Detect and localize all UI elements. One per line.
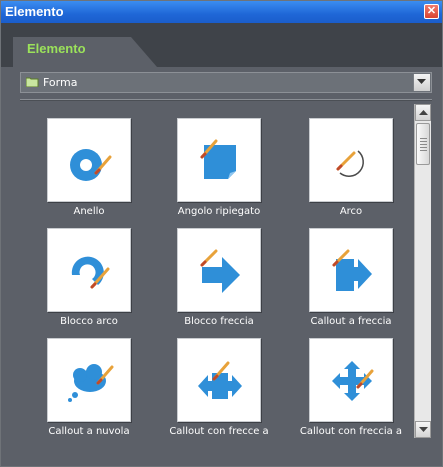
gallery-item-callout-a-nuvola[interactable]: Callout a nuvola <box>22 324 140 437</box>
panel-footer <box>1 438 442 466</box>
chevron-down-icon <box>417 79 426 84</box>
shape-label: Callout con freccia a <box>299 426 403 437</box>
shape-gallery: Anello Angolo ripiegato Arco Blocco arco… <box>22 104 414 438</box>
block-arrow-shape-icon <box>200 249 240 293</box>
grip-line <box>420 147 427 148</box>
block-arc-shape-icon <box>71 256 110 289</box>
shape-tile[interactable] <box>309 118 393 202</box>
title-bar[interactable]: Elemento ✕ <box>1 1 442 23</box>
shape-label: Callout a nuvola <box>48 426 130 437</box>
shape-tile[interactable] <box>309 338 393 422</box>
quad-arrow-callout-shape-icon <box>332 361 374 401</box>
shape-category-dropdown[interactable]: Forma <box>20 72 432 93</box>
arrow-callout-shape-icon <box>332 249 372 291</box>
cloud-callout-shape-icon <box>68 364 114 402</box>
shape-tile[interactable] <box>177 118 261 202</box>
scroll-thumb[interactable] <box>416 123 430 165</box>
ring-shape-icon <box>70 149 112 181</box>
element-panel-window: Elemento ✕ Elemento Forma Anello Angolo … <box>0 0 443 467</box>
shape-tile[interactable] <box>309 228 393 312</box>
scroll-down-button[interactable] <box>415 421 431 438</box>
folded-corner-shape-icon <box>200 139 236 179</box>
gallery-item-blocco-arco[interactable]: Blocco arco <box>22 214 140 327</box>
shape-tile[interactable] <box>177 228 261 312</box>
folder-icon <box>26 77 39 87</box>
vertical-scrollbar[interactable] <box>414 104 431 438</box>
gallery-item-callout-con-frecce-a[interactable]: Callout con frecce a <box>152 324 270 437</box>
chevron-down-icon <box>419 427 428 432</box>
close-icon: ✕ <box>426 5 437 17</box>
dropdown-arrow-button[interactable] <box>413 74 430 91</box>
scroll-up-button[interactable] <box>415 104 431 121</box>
shape-label: Callout con frecce a <box>169 426 269 437</box>
grip-line <box>420 150 427 151</box>
chevron-up-icon <box>419 110 428 115</box>
gallery-item-angolo-ripiegato[interactable]: Angolo ripiegato <box>152 104 270 217</box>
divider-shadow <box>20 100 432 101</box>
grip-line <box>420 138 427 139</box>
gallery-item-blocco-freccia[interactable]: Blocco freccia <box>152 214 270 327</box>
gallery-item-callout-a-freccia[interactable]: Callout a freccia <box>284 214 402 327</box>
shape-tile[interactable] <box>47 228 131 312</box>
grip-line <box>420 141 427 142</box>
shape-tile[interactable] <box>177 338 261 422</box>
gallery-item-anello[interactable]: Anello <box>22 104 140 217</box>
gallery-item-arco[interactable]: Arco <box>284 104 402 217</box>
arc-shape-icon <box>336 150 364 177</box>
gallery-item-callout-con-freccia-a[interactable]: Callout con freccia a <box>284 324 402 437</box>
grip-line <box>420 144 427 145</box>
left-right-arrow-callout-shape-icon <box>198 361 242 399</box>
dropdown-selected-value: Forma <box>43 76 78 89</box>
shape-tile[interactable] <box>47 338 131 422</box>
tab-label: Elemento <box>27 41 86 56</box>
window-title: Elemento <box>5 4 64 19</box>
close-button[interactable]: ✕ <box>424 4 439 19</box>
shape-tile[interactable] <box>47 118 131 202</box>
